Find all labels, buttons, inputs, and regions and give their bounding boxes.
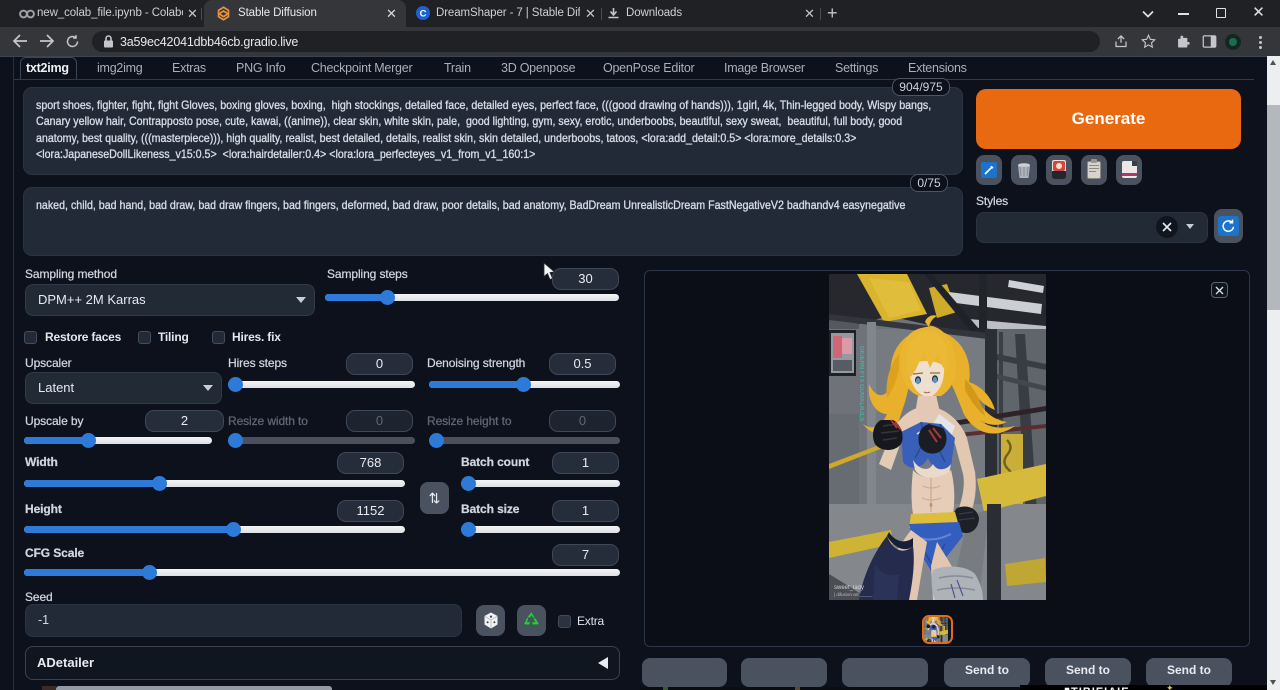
svg-text:C: C bbox=[420, 8, 427, 19]
